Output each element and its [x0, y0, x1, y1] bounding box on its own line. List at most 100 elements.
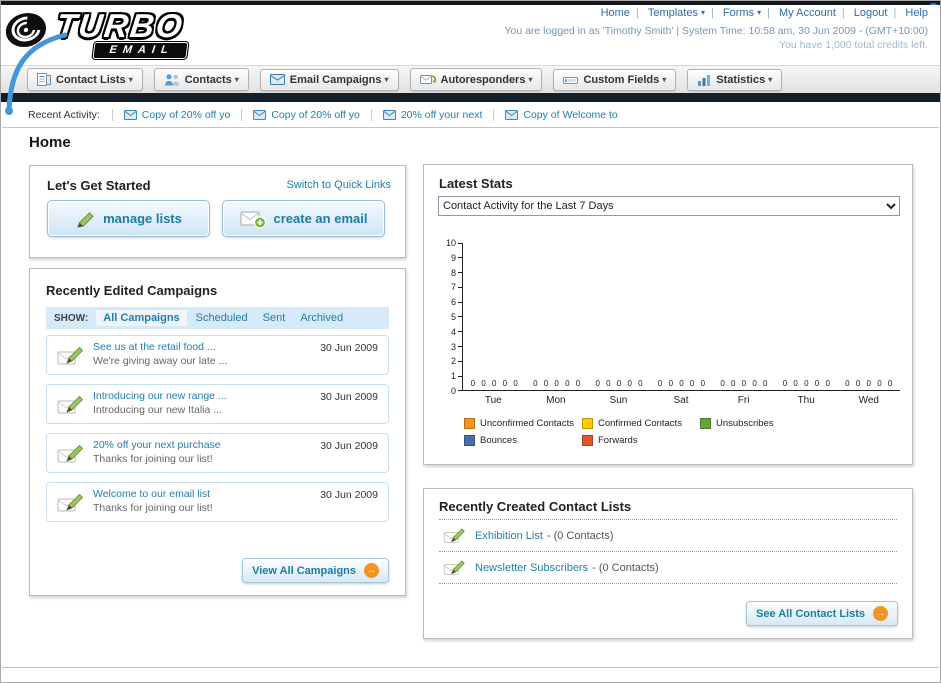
nav-item-home[interactable]: Home [601, 7, 645, 19]
contact-activity-chart: 10 9 8 7 6 5 4 3 2 1 0 0 0 0 0 00 0 0 0 00 0 0 0 0… [438, 239, 900, 446]
nav-logout-link[interactable]: Logout [854, 7, 888, 19]
chevron-down-icon: ▾ [768, 74, 773, 84]
tab-autoresponders[interactable]: Autoresponders ▾ [409, 68, 543, 91]
create-email-button[interactable]: create an email [222, 200, 385, 237]
recent-activity-item[interactable]: Copy of Welcome to [493, 108, 628, 121]
recent-activity-item[interactable]: Copy of 20% off yo [111, 108, 242, 121]
statistics-icon [698, 74, 711, 86]
recent-contact-lists-panel: Recently Created Contact Lists Exhibitio… [423, 488, 913, 639]
tab-email-campaigns[interactable]: Email Campaigns ▾ [259, 68, 399, 91]
nav-item-my-account[interactable]: My Account [779, 7, 851, 19]
campaign-row[interactable]: Introducing our new range ... Introducin… [46, 384, 389, 424]
tab-contacts[interactable]: Contacts ▾ [153, 68, 249, 91]
tab-label: Email Campaigns [289, 73, 382, 86]
legend-item: Unconfirmed Contacts [464, 418, 582, 429]
chart-day-label: Thu [797, 395, 815, 406]
tab-custom-fields[interactable]: Custom Fields ▾ [553, 68, 677, 91]
campaign-subtitle: Introducing our new Italia ... [93, 404, 222, 416]
campaigns-filter-bar: SHOW: All Campaigns Scheduled Sent Archi… [46, 307, 389, 329]
chart-day-label: Mon [546, 395, 566, 406]
recent-activity-item[interactable]: Copy of 20% off yo [241, 108, 371, 121]
legend-item: Forwards [582, 435, 700, 446]
legend-swatch [464, 418, 475, 429]
chart-zero-values: 0 0 0 0 0 [720, 379, 768, 388]
logo-text-turbo: TURBO [54, 7, 187, 44]
page-title: Home [29, 134, 71, 151]
contact-list-name-link[interactable]: Exhibition List [475, 530, 543, 542]
nav-home-link[interactable]: Home [601, 7, 630, 19]
view-all-campaigns-button[interactable]: View All Campaigns → [242, 558, 389, 583]
tab-label: Contacts [184, 73, 232, 86]
nav-divider-bar [1, 93, 940, 102]
filter-sent[interactable]: Sent [263, 312, 286, 324]
contact-list-row[interactable]: Exhibition List - (0 Contacts) [439, 519, 897, 551]
chart-zero-values: 0 0 0 0 0 [845, 379, 893, 388]
chart-x-axis-labels: Tue Mon Sun Sat Fri Thu Wed [462, 395, 900, 406]
chevron-down-icon: ▾ [384, 74, 389, 84]
campaign-subtitle: Thanks for joining our list! [93, 453, 213, 465]
recent-activity-label: Recent Activity: [28, 108, 100, 121]
legend-label: Confirmed Contacts [598, 418, 682, 429]
legend-swatch [582, 435, 593, 446]
contact-list-count: - (0 Contacts) [546, 529, 614, 542]
logo-text-email: EMAIL [92, 42, 189, 59]
recent-activity-item[interactable]: 20% off your next [370, 108, 494, 121]
header: TURBO EMAIL Home Templates▾ Forms▾ My Ac… [1, 5, 940, 115]
edit-list-icon [443, 528, 465, 543]
new-email-icon [240, 211, 266, 229]
main-content: Home Let's Get Started Switch to Quick L… [2, 128, 939, 668]
latest-stats-panel: Latest Stats Contact Activity for the La… [423, 164, 913, 465]
custom-fields-icon [563, 76, 579, 84]
chart-legend: Unconfirmed Contacts Confirmed Contacts Un… [464, 418, 846, 446]
chevron-down-icon: ▾ [128, 74, 133, 84]
recent-activity-bar: Recent Activity: Copy of 20% off yo Copy… [2, 102, 939, 128]
stats-period-select[interactable]: Contact Activity for the Last 7 Days [438, 196, 900, 216]
latest-stats-title: Latest Stats [439, 176, 513, 191]
logo-swirl-icon [5, 13, 47, 47]
see-all-contact-lists-button[interactable]: See All Contact Lists → [745, 601, 898, 626]
edit-campaign-icon [57, 346, 84, 365]
nav-forms-link[interactable]: Forms [723, 7, 754, 19]
nav-my-account-link[interactable]: My Account [779, 7, 836, 19]
manage-lists-label: manage lists [103, 211, 182, 226]
contact-list-name-link[interactable]: Newsletter Subscribers [475, 562, 588, 574]
nav-item-help[interactable]: Help [905, 7, 928, 19]
filter-all-campaigns[interactable]: All Campaigns [96, 310, 187, 326]
email-icon [123, 109, 137, 120]
manage-lists-button[interactable]: manage lists [47, 200, 210, 237]
email-icon [505, 109, 519, 120]
legend-swatch [700, 418, 711, 429]
chart-value-labels: 0 0 0 0 0 0 0 0 0 0 0 0 0 0 0 0 0 0 0 0 0 0 … [463, 379, 900, 388]
nav-templates-link[interactable]: Templates [648, 7, 698, 19]
email-icon [382, 109, 396, 120]
legend-swatch [582, 418, 593, 429]
chart-day-label: Tue [484, 395, 502, 406]
legend-label: Unsubscribes [716, 418, 774, 429]
recent-activity-link[interactable]: 20% off your next [401, 109, 483, 121]
chevron-down-icon: ▾ [700, 8, 705, 17]
recent-activity-link[interactable]: Copy of 20% off yo [271, 109, 360, 121]
nav-item-forms[interactable]: Forms ▾ [723, 7, 776, 19]
contact-list-row[interactable]: Newsletter Subscribers - (0 Contacts) [439, 551, 897, 583]
tab-label: Contact Lists [56, 73, 126, 86]
nav-help-link[interactable]: Help [905, 7, 928, 19]
nav-item-logout[interactable]: Logout [854, 7, 903, 19]
campaign-row[interactable]: See us at the retail food ... We're givi… [46, 335, 389, 375]
chart-y-axis: 10 9 8 7 6 5 4 3 2 1 0 [438, 239, 462, 395]
recent-activity-link[interactable]: Copy of 20% off yo [142, 109, 231, 121]
campaign-date: 30 Jun 2009 [320, 440, 378, 452]
campaign-row[interactable]: 20% off your next purchase Thanks for jo… [46, 433, 389, 473]
tab-statistics[interactable]: Statistics ▾ [687, 68, 783, 91]
recent-activity-link[interactable]: Copy of Welcome to [523, 109, 617, 121]
nav-item-templates[interactable]: Templates ▾ [648, 7, 720, 19]
email-icon [253, 109, 267, 120]
autoresponders-icon [419, 75, 436, 84]
filter-scheduled[interactable]: Scheduled [196, 312, 248, 324]
filter-archived[interactable]: Archived [300, 312, 343, 324]
switch-to-quick-links-link[interactable]: Switch to Quick Links [286, 179, 391, 191]
tab-contact-lists[interactable]: Contact Lists ▾ [27, 68, 143, 91]
contact-list-count: - (0 Contacts) [592, 561, 659, 574]
chart-day-label: Wed [858, 395, 879, 406]
campaign-row[interactable]: Welcome to our email list Thanks for joi… [46, 482, 389, 522]
email-campaigns-icon [269, 74, 285, 85]
